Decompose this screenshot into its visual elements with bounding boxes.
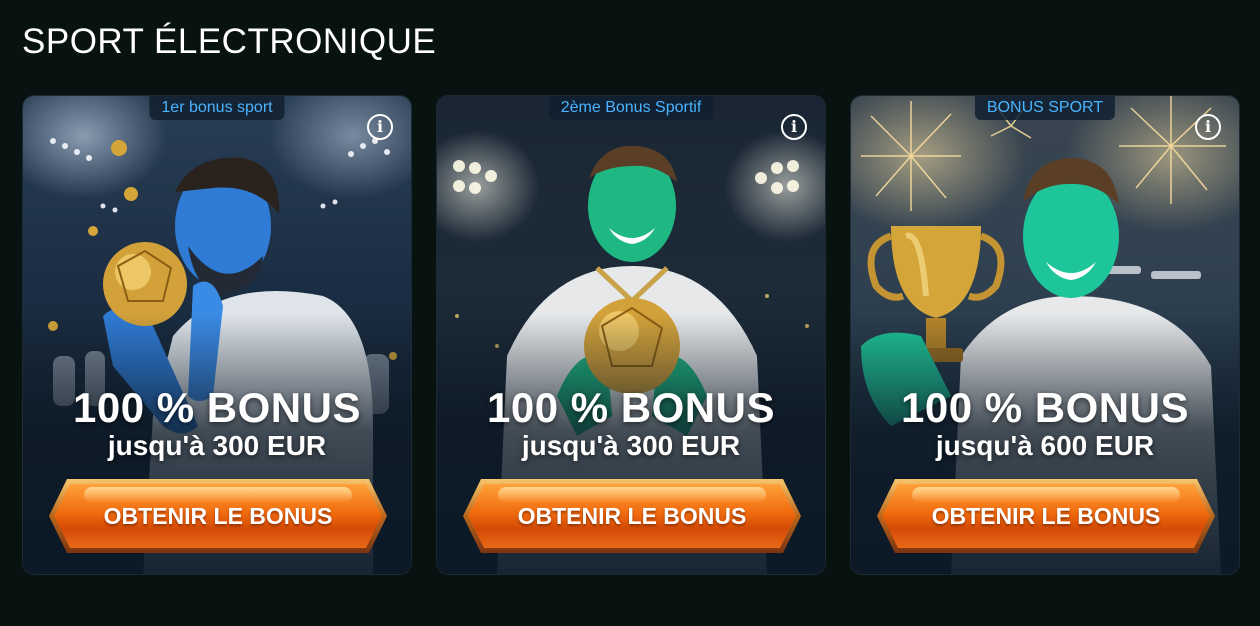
get-bonus-button[interactable]: OBTENIR LE BONUS <box>49 479 387 553</box>
bonus-amount: jusqu'à 600 EUR <box>935 430 1155 461</box>
section-title: SPORT ÉLECTRONIQUE <box>22 22 437 61</box>
get-bonus-label: OBTENIR LE BONUS <box>517 502 747 529</box>
info-icon[interactable]: i <box>781 114 807 140</box>
bonus-headline: 100 % BONUS <box>487 384 775 431</box>
bonus-amount: jusqu'à 300 EUR <box>107 430 327 461</box>
get-bonus-label: OBTENIR LE BONUS <box>931 502 1161 529</box>
get-bonus-label: OBTENIR LE BONUS <box>103 502 333 529</box>
bonus-badge: 1er bonus sport <box>149 96 285 120</box>
get-bonus-button[interactable]: OBTENIR LE BONUS <box>877 479 1215 553</box>
bonus-badge: BONUS SPORT <box>974 96 1116 120</box>
info-icon[interactable]: i <box>1195 114 1221 140</box>
bonus-card-1[interactable]: 1er bonus sport i 100 % BONUS jusqu'à 30… <box>22 95 412 575</box>
bonus-badge: 2ème Bonus Sportif <box>548 96 714 120</box>
bonus-headline: 100 % BONUS <box>73 384 361 431</box>
bonus-headline: 100 % BONUS <box>901 384 1189 431</box>
get-bonus-button[interactable]: OBTENIR LE BONUS <box>463 479 801 553</box>
bonus-amount: jusqu'à 300 EUR <box>521 430 741 461</box>
bonus-card-2[interactable]: 2ème Bonus Sportif i 100 % BONUS jusqu'à… <box>436 95 826 575</box>
info-icon[interactable]: i <box>367 114 393 140</box>
bonus-card-3[interactable]: BONUS SPORT i 100 % BONUS jusqu'à 600 EU… <box>850 95 1240 575</box>
